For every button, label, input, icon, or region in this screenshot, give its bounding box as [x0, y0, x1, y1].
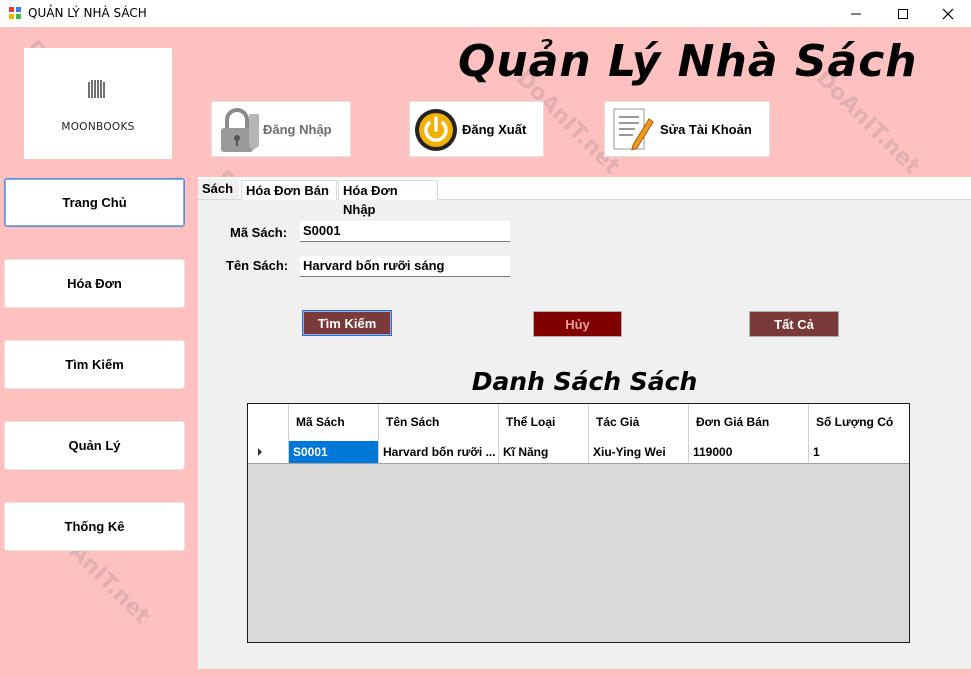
title-bar: QUẢN LÝ NHÀ SÁCH — [0, 0, 971, 27]
row-header[interactable] — [248, 441, 289, 463]
main-panel: Sách Hóa Đơn Bán Hóa Đơn Nhập Mã Sách: S… — [198, 177, 971, 669]
ma-sach-label: Mã Sách: — [230, 225, 288, 240]
minimize-icon — [851, 13, 861, 14]
login-button[interactable]: Đăng Nhập — [211, 101, 351, 157]
sidebar-item-tim-kiem[interactable]: Tìm Kiếm — [4, 340, 185, 389]
list-title: Danh Sách Sách — [471, 367, 698, 396]
maximize-icon — [898, 8, 908, 19]
table-cell[interactable]: Xiu-Ying Wei — [589, 441, 689, 463]
column-header[interactable]: Tác Giả — [589, 404, 689, 441]
cancel-button[interactable]: Hủy — [533, 311, 622, 337]
close-icon — [942, 8, 954, 19]
moon-book-logo — [70, 78, 121, 116]
column-header[interactable]: Số Lượng Có — [809, 404, 909, 441]
power-icon — [415, 109, 457, 151]
table-cell[interactable]: S0001 — [289, 441, 379, 463]
page-title: Quản Lý Nhà Sách — [458, 36, 918, 87]
tab-hoa-don-nhap[interactable]: Hóa Đơn Nhập — [338, 180, 438, 217]
table-cell[interactable]: Harvard bốn rưỡi ... — [379, 441, 499, 463]
tab-sach[interactable]: Sách — [198, 179, 239, 199]
minimize-button[interactable] — [833, 0, 879, 27]
sidebar-item-trang-chu[interactable]: Trang Chủ — [4, 178, 185, 227]
ten-sach-label: Tên Sách: — [226, 258, 289, 273]
show-all-button[interactable]: Tất Cả — [749, 311, 839, 337]
window-title: QUẢN LÝ NHÀ SÁCH — [28, 6, 147, 20]
sidebar-item-quan-ly[interactable]: Quản Lý — [4, 421, 185, 470]
column-header[interactable]: Tên Sách — [379, 404, 499, 441]
edit-document-icon — [613, 108, 654, 151]
sidebar-item-thong-ke[interactable]: Thống Kê — [4, 502, 185, 551]
table-cell[interactable]: Kĩ Năng — [499, 441, 589, 463]
ten-sach-input[interactable]: Harvard bốn rưỡi sáng — [300, 256, 510, 277]
table-header: Mã Sách Tên Sách Thể Loại Tác Giả Đơn Gi… — [248, 404, 909, 442]
login-label: Đăng Nhập — [263, 122, 332, 137]
sidebar-item-hoa-don[interactable]: Hóa Đơn — [4, 259, 185, 308]
lock-icon — [221, 108, 259, 152]
table-cell[interactable]: 1 — [809, 441, 909, 463]
logout-button[interactable]: Đăng Xuất — [409, 101, 544, 157]
search-button[interactable]: Tìm Kiếm — [302, 310, 392, 336]
logout-label: Đăng Xuất — [462, 122, 527, 137]
tab-hoa-don-ban[interactable]: Hóa Đơn Bán — [241, 180, 337, 200]
column-header[interactable]: Mã Sách — [289, 404, 379, 441]
table-row[interactable]: S0001 Harvard bốn rưỡi ... Kĩ Năng Xiu-Y… — [248, 441, 909, 464]
table-cell[interactable]: 119000 — [689, 441, 809, 463]
edit-account-button[interactable]: Sửa Tài Khoản — [604, 101, 770, 157]
row-header-corner — [248, 404, 289, 441]
row-pointer-icon — [258, 448, 262, 456]
ma-sach-input[interactable]: S0001 — [300, 221, 510, 242]
logo-box: MOONBOOKS — [24, 48, 172, 159]
tab-strip: Sách Hóa Đơn Bán Hóa Đơn Nhập — [198, 177, 971, 217]
edit-account-label: Sửa Tài Khoản — [660, 122, 752, 137]
logo-text: MOONBOOKS — [61, 121, 135, 133]
close-button[interactable] — [925, 0, 971, 27]
books-table[interactable]: Mã Sách Tên Sách Thể Loại Tác Giả Đơn Gi… — [247, 403, 910, 643]
app-icon — [9, 7, 21, 19]
maximize-button[interactable] — [880, 0, 926, 27]
column-header[interactable]: Đơn Giá Bán — [689, 404, 809, 441]
column-header[interactable]: Thể Loại — [499, 404, 589, 441]
